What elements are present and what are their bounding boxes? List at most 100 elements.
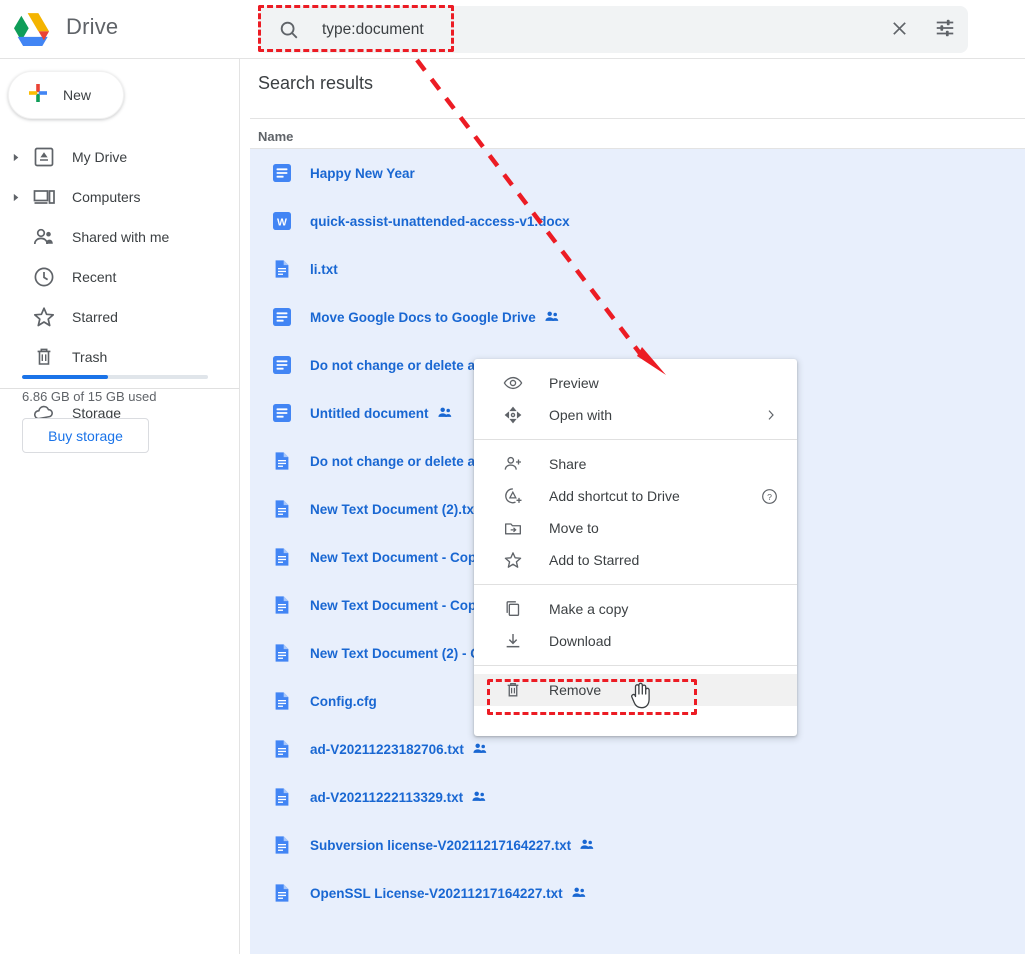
menu-item-label: Move to	[549, 520, 599, 536]
menu-separator	[474, 665, 797, 666]
file-name: Subversion license-V20211217164227.txt	[310, 838, 571, 853]
shared-people-icon	[579, 837, 595, 853]
file-name: OpenSSL License-V20211217164227.txt	[310, 886, 563, 901]
text-file-icon	[272, 499, 292, 519]
storage-progress-fill	[22, 375, 108, 379]
text-file-icon	[272, 451, 292, 471]
shared-people-icon	[437, 405, 453, 421]
person-add-icon	[503, 454, 523, 474]
tune-icon	[934, 17, 956, 42]
close-icon	[889, 18, 910, 42]
eye-icon	[503, 373, 523, 393]
column-header-name: Name	[258, 129, 293, 144]
table-row[interactable]: Move Google Docs to Google Drive	[250, 293, 1025, 341]
menu-item-add-shortcut-to-drive[interactable]: Add shortcut to Drive?	[474, 480, 797, 512]
sidebar-item-label: Recent	[72, 269, 116, 285]
menu-item-add-to-starred[interactable]: Add to Starred	[474, 544, 797, 576]
menu-item-label: Download	[549, 633, 611, 649]
chevron-right-icon	[763, 407, 779, 423]
search-bar[interactable]	[259, 6, 968, 53]
table-row[interactable]: Subversion license-V20211217164227.txt	[250, 821, 1025, 869]
menu-item-preview[interactable]: Preview	[474, 367, 797, 399]
file-name: Untitled document	[310, 406, 429, 421]
shared-with-me-icon	[32, 225, 56, 249]
text-file-icon	[272, 883, 292, 903]
storage-usage-text: 6.86 GB of 15 GB used	[22, 389, 156, 404]
add-shortcut-icon	[503, 486, 523, 506]
sidebar-item-computers[interactable]: Computers	[0, 177, 239, 217]
google-drive-logo-icon	[12, 8, 54, 46]
text-file-icon	[272, 691, 292, 711]
copy-icon	[503, 599, 523, 619]
search-icon	[278, 19, 300, 41]
sidebar-item-label: Shared with me	[72, 229, 169, 245]
word-doc-icon: W	[272, 211, 292, 231]
menu-item-label: Add to Starred	[549, 552, 639, 568]
storage-progress-bar	[22, 375, 208, 379]
menu-item-download[interactable]: Download	[474, 625, 797, 657]
trash-icon	[32, 345, 56, 369]
sidebar-item-label: Starred	[72, 309, 118, 325]
sidebar-item-shared-with-me[interactable]: Shared with me	[0, 217, 239, 257]
svg-text:?: ?	[767, 491, 772, 501]
help-icon[interactable]: ?	[760, 487, 779, 506]
sidebar-item-my-drive[interactable]: My Drive	[0, 137, 239, 177]
search-input[interactable]	[322, 21, 876, 39]
clear-search-button[interactable]	[876, 7, 922, 53]
new-button[interactable]: New	[8, 71, 124, 119]
plus-icon	[26, 81, 50, 110]
trash-icon	[503, 680, 523, 700]
file-name: ad-V20211222113329.txt	[310, 790, 463, 805]
search-options-button[interactable]	[922, 7, 968, 53]
menu-item-open-with[interactable]: Open with	[474, 399, 797, 431]
brand: Drive	[12, 8, 118, 46]
text-file-icon	[272, 787, 292, 807]
move-to-icon	[503, 518, 523, 538]
menu-item-share[interactable]: Share	[474, 448, 797, 480]
text-file-icon	[272, 643, 292, 663]
page-title: Search results	[258, 73, 373, 94]
chevron-right-icon[interactable]	[4, 153, 28, 162]
text-file-icon	[272, 259, 292, 279]
table-row[interactable]: ad-V20211222113329.txt	[250, 773, 1025, 821]
my-drive-icon	[32, 145, 56, 169]
google-docs-icon	[272, 355, 292, 375]
text-file-icon	[272, 547, 292, 567]
google-docs-icon	[272, 163, 292, 183]
menu-item-label: Remove	[549, 682, 601, 698]
file-name: Move Google Docs to Google Drive	[310, 310, 536, 325]
clock-icon	[32, 265, 56, 289]
table-row[interactable]: li.txt	[250, 245, 1025, 293]
sidebar-item-starred[interactable]: Starred	[0, 297, 239, 337]
menu-item-make-a-copy[interactable]: Make a copy	[474, 593, 797, 625]
file-name: li.txt	[310, 262, 338, 277]
file-name: Happy New Year	[310, 166, 415, 181]
chevron-right-icon[interactable]	[4, 193, 28, 202]
google-docs-icon	[272, 403, 292, 423]
menu-item-label: Preview	[549, 375, 599, 391]
shared-people-icon	[471, 789, 487, 805]
text-file-icon	[272, 595, 292, 615]
svg-text:W: W	[277, 216, 287, 228]
menu-item-label: Open with	[549, 407, 612, 423]
top-bar: Drive	[0, 0, 1025, 59]
drive-window: Drive	[0, 0, 1025, 954]
sidebar-item-label: Trash	[72, 349, 107, 365]
file-name: New Text Document (2).txt	[310, 502, 479, 517]
table-row[interactable]: Wquick-assist-unattended-access-v1.docx	[250, 197, 1025, 245]
shared-people-icon	[571, 885, 587, 901]
sidebar-item-trash[interactable]: Trash	[0, 337, 239, 377]
mouse-cursor-icon	[628, 680, 654, 710]
star-outline-icon	[503, 550, 523, 570]
menu-item-label: Make a copy	[549, 601, 628, 617]
star-icon	[32, 305, 56, 329]
sidebar-item-recent[interactable]: Recent	[0, 257, 239, 297]
buy-storage-button[interactable]: Buy storage	[22, 418, 149, 453]
table-row[interactable]: Happy New Year	[250, 149, 1025, 197]
menu-item-move-to[interactable]: Move to	[474, 512, 797, 544]
menu-item-label: Share	[549, 456, 586, 472]
menu-separator	[474, 439, 797, 440]
file-name: ad-V20211223182706.txt	[310, 742, 464, 757]
google-docs-icon	[272, 307, 292, 327]
table-row[interactable]: OpenSSL License-V20211217164227.txt	[250, 869, 1025, 917]
